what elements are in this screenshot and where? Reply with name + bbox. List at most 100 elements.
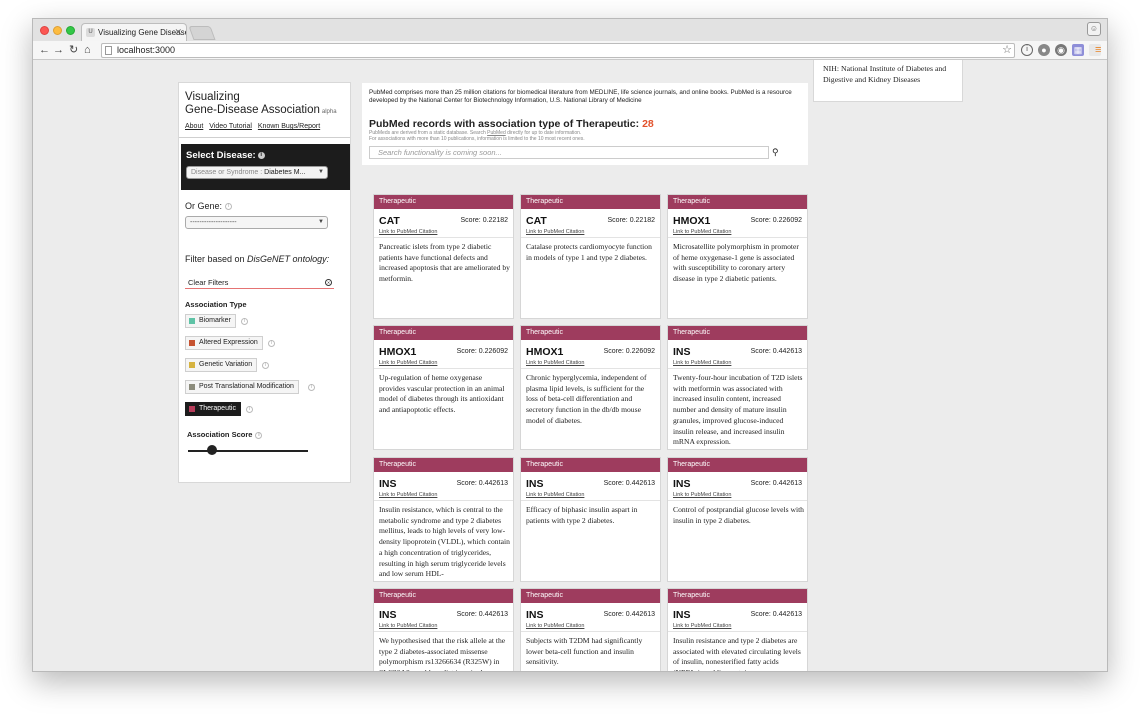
info-icon[interactable]: i — [225, 203, 233, 211]
select-disease-panel: Select Disease: i Disease or Syndrome : D… — [181, 144, 350, 190]
pubmed-citation-link[interactable]: Link to PubMed Citation — [379, 360, 437, 366]
pubmed-record-card: Therapeutic HMOX1 Score: 0.226092 Link to P… — [520, 325, 661, 450]
sidebar-links: About Video Tutorial Known Bugs/Report — [185, 123, 324, 130]
chevron-down-icon: ▼ — [318, 169, 324, 175]
association-type-label: Therapeutic — [521, 589, 660, 603]
association-type-label: Therapeutic — [668, 458, 807, 472]
reload-icon[interactable]: ↻ — [69, 42, 78, 58]
abstract-text: Control of postprandial glucose levels w… — [673, 505, 804, 525]
pubmed-citation-link[interactable]: Link to PubMed Citation — [673, 492, 731, 498]
abstract-text: Catalase protects cardiomyocyte function… — [526, 242, 652, 262]
search-icon[interactable]: ⚲ — [772, 147, 779, 158]
browser-window: U Visualizing Gene Disease A ✕ ☺ ← → ↻ ⌂… — [32, 18, 1108, 672]
filter-genetic-variation[interactable]: Genetic Variation — [185, 358, 258, 372]
forward-arrow-icon[interactable]: → — [53, 42, 64, 58]
pubmed-citation-link[interactable]: Link to PubMed Citation — [673, 360, 731, 366]
divider — [668, 500, 807, 501]
zoom-window-button[interactable] — [66, 26, 75, 35]
gene-symbol: INS — [673, 478, 691, 490]
info-icon[interactable]: i — [246, 406, 253, 413]
info-icon[interactable]: i — [255, 431, 263, 439]
pubmed-description: PubMed comprises more than 25 million ci… — [369, 89, 792, 104]
divider — [521, 631, 660, 632]
profile-icon[interactable]: ☺ — [1087, 22, 1101, 36]
filter-biomarker[interactable]: Biomarker — [185, 314, 236, 328]
pubmed-citation-link[interactable]: Link to PubMed Citation — [379, 229, 437, 235]
filter-label: Genetic Variation — [199, 361, 253, 368]
filter-heading: Filter based on DisGeNET ontology: — [185, 254, 329, 264]
clear-filters-label: Clear Filters — [188, 278, 229, 287]
abstract-text: Subjects with T2DM had significantly low… — [526, 636, 643, 667]
pubmed-record-card: Therapeutic HMOX1 Score: 0.226092 Link to P… — [667, 194, 808, 319]
extension-icon[interactable]: ▦ — [1072, 44, 1084, 56]
minimize-window-button[interactable] — [53, 26, 62, 35]
menu-icon[interactable]: ≡ — [1095, 44, 1101, 56]
home-icon[interactable]: ⌂ — [84, 42, 91, 58]
association-score: Score: 0.22182 — [460, 217, 508, 224]
score-slider-handle[interactable] — [207, 445, 217, 455]
info-extension-icon[interactable]: i — [1021, 44, 1033, 56]
info-icon[interactable]: i — [257, 151, 265, 159]
close-window-button[interactable] — [40, 26, 49, 35]
pubmed-citation-link[interactable]: Link to PubMed Citation — [526, 623, 584, 629]
color-swatch — [189, 384, 195, 390]
new-tab-button[interactable] — [188, 26, 216, 40]
info-icon[interactable]: i — [268, 340, 275, 347]
known-bugs-link[interactable]: Known Bugs/Report — [258, 123, 320, 130]
filter-label: Therapeutic — [199, 405, 236, 412]
url-text[interactable]: localhost:3000 — [117, 44, 175, 57]
info-icon[interactable]: i — [308, 384, 315, 391]
filter-altered-expression[interactable]: Altered Expression — [185, 336, 263, 350]
association-score: Score: 0.226092 — [456, 348, 508, 355]
disease-select[interactable]: Disease or Syndrome : Diabetes M... ▼ — [186, 166, 328, 179]
extension-icon[interactable]: ◉ — [1055, 44, 1067, 56]
abstract-text: We hypothesised that the risk allele at … — [379, 636, 506, 671]
extension-icon[interactable]: ● — [1038, 44, 1050, 56]
disease-select-value: Diabetes M... — [264, 169, 306, 176]
pubmed-record-card: Therapeutic INS Score: 0.442613 Link to Pub… — [373, 588, 514, 671]
tab-strip: U Visualizing Gene Disease A ✕ ☺ — [33, 19, 1107, 42]
clear-filters-button[interactable]: Clear Filters ✕ — [185, 276, 334, 289]
app-title-line1: Visualizing — [185, 91, 240, 103]
about-link[interactable]: About — [185, 123, 203, 130]
select-disease-heading: Select Disease: i — [186, 150, 265, 161]
pubmed-citation-link[interactable]: Link to PubMed Citation — [526, 229, 584, 235]
bookmark-star-icon[interactable]: ☆ — [1002, 43, 1012, 56]
filter-therapeutic[interactable]: Therapeutic — [185, 402, 241, 416]
pubmed-citation-link[interactable]: Link to PubMed Citation — [673, 623, 731, 629]
abstract-text: Insulin resistance, which is central to … — [379, 505, 510, 579]
gene-select[interactable]: -------------------- ▼ — [185, 216, 328, 229]
pubmed-citation-link[interactable]: Link to PubMed Citation — [379, 623, 437, 629]
pubmed-citation-link[interactable]: Link to PubMed Citation — [526, 492, 584, 498]
association-type-label: Therapeutic — [374, 195, 513, 209]
pubmed-citation-link[interactable]: Link to PubMed Citation — [379, 492, 437, 498]
search-input[interactable]: Search functionality is coming soon... — [369, 146, 769, 159]
filter-post-translational-modification[interactable]: Post Translational Modification — [185, 380, 299, 394]
abstract-text: Up-regulation of heme oxygenase provides… — [379, 373, 505, 415]
divider — [668, 237, 807, 238]
back-arrow-icon[interactable]: ← — [39, 42, 50, 58]
info-icon[interactable]: i — [241, 318, 248, 325]
association-type-label: Therapeutic — [668, 326, 807, 340]
tab-close-icon[interactable]: ✕ — [174, 24, 182, 41]
pubmed-record-card: Therapeutic CAT Score: 0.22182 Link to PubM… — [520, 194, 661, 319]
gene-symbol: INS — [673, 346, 691, 358]
address-bar[interactable]: localhost:3000 ☆ — [101, 43, 1015, 58]
divider — [521, 500, 660, 501]
pubmed-citation-link[interactable]: Link to PubMed Citation — [673, 229, 731, 235]
association-score: Score: 0.226092 — [603, 348, 655, 355]
select-disease-label: Select Disease: — [186, 150, 256, 161]
score-slider-track[interactable] — [188, 450, 308, 452]
pubmed-record-card: Therapeutic HMOX1 Score: 0.226092 Link to P… — [373, 325, 514, 450]
pubmed-record-card: Therapeutic INS Score: 0.442613 Link to Pub… — [667, 588, 808, 671]
video-tutorial-link[interactable]: Video Tutorial — [209, 123, 252, 130]
records-title: PubMed records with association type of … — [369, 118, 654, 130]
gene-heading: Or Gene: i — [185, 201, 233, 211]
pubmed-citation-link[interactable]: Link to PubMed Citation — [526, 360, 584, 366]
association-score: Score: 0.226092 — [750, 217, 802, 224]
info-icon[interactable]: i — [262, 362, 269, 369]
browser-tab[interactable]: U Visualizing Gene Disease A ✕ — [81, 23, 187, 42]
gene-symbol: INS — [379, 478, 397, 490]
abstract-text: Microsatellite polymorphism in promoter … — [673, 242, 799, 284]
divider — [374, 237, 513, 238]
